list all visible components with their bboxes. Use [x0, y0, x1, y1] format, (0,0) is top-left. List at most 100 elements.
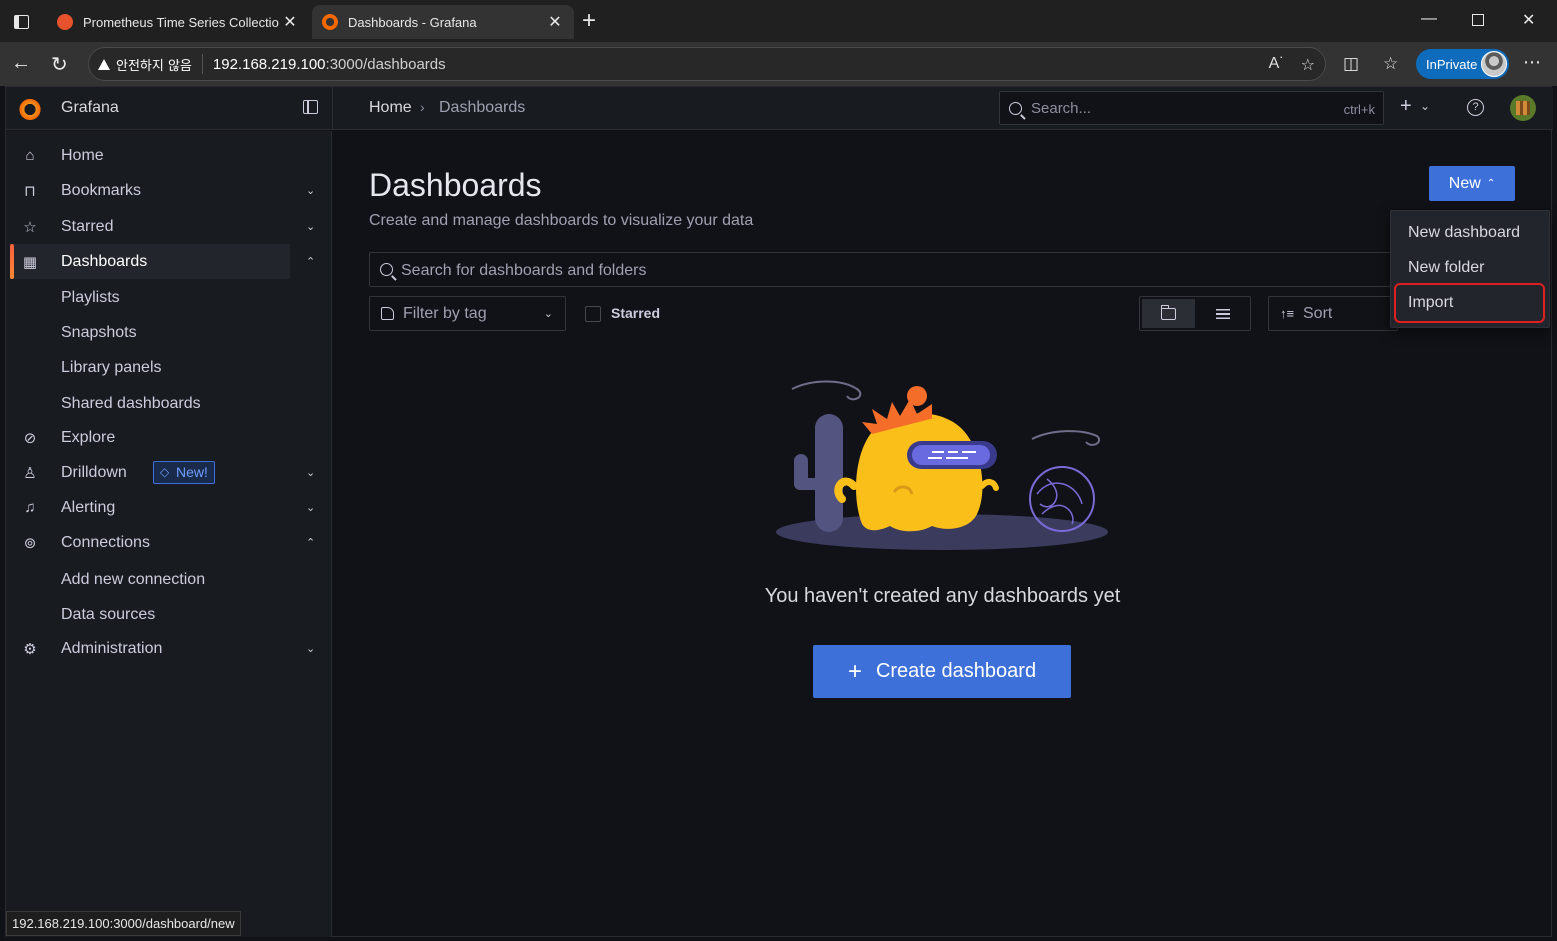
search-placeholder: Search for dashboards and folders [401, 262, 647, 279]
starred-label[interactable]: Starred [611, 305, 660, 321]
new-badge: New! [153, 461, 215, 484]
sidebar-item-alerting[interactable]: ♫ Alerting ⌄ [10, 490, 315, 525]
list-view-button[interactable] [1196, 299, 1249, 328]
search-icon [1009, 102, 1022, 115]
mascot-visor-glass [912, 445, 990, 465]
sidebar-subitem-library-panels[interactable]: Library panels [61, 359, 162, 377]
cog-icon: ⚙ [23, 640, 37, 658]
sidebar-item-connections[interactable]: ⊚ Connections ⌃ [10, 525, 316, 560]
sidebar-subitem-playlists[interactable]: Playlists [61, 289, 120, 307]
tab-title: Prometheus Time Series Collectio [83, 14, 279, 30]
menu-item-new-folder[interactable]: New folder [1408, 259, 1484, 277]
more-menu-icon[interactable]: ⋯ [1523, 52, 1541, 73]
bookmark-icon: ⊓ [24, 182, 36, 200]
favorite-star-icon[interactable]: ☆ [1301, 55, 1315, 75]
search-placeholder: Search... [1031, 100, 1092, 117]
tumbleweed-lines [1036, 478, 1083, 525]
security-warning[interactable]: 안전하지 않음 [98, 55, 192, 74]
mascot-hand [979, 478, 999, 491]
breadcrumb-home[interactable]: Home [369, 99, 412, 117]
sidebar-item-label: Starred [61, 217, 114, 235]
star-icon: ☆ [23, 218, 37, 236]
nav-divider [332, 87, 333, 130]
sidebar-item-label: Home [61, 146, 104, 164]
close-tab-icon[interactable]: ✕ [546, 12, 564, 32]
tag-icon [381, 307, 394, 320]
read-aloud-icon[interactable]: A˙ [1269, 55, 1285, 75]
create-dashboard-button[interactable]: + Create dashboard [813, 645, 1071, 698]
url-actions: A˙ ☆ [1269, 55, 1315, 75]
sidebar-item-label: Explore [61, 428, 116, 446]
grafana-logo-icon[interactable] [18, 97, 42, 121]
tag-filter-select[interactable]: Filter by tag ⌄ [369, 296, 566, 331]
chevron-down-icon[interactable]: ⌄ [1420, 99, 1430, 113]
maximize-icon[interactable] [1472, 14, 1484, 26]
sidebar-item-starred[interactable]: ☆ Starred ⌄ [10, 209, 315, 244]
sidebar-item-home[interactable]: ⌂ Home [10, 138, 290, 173]
list-icon [1215, 308, 1230, 319]
page-subtitle: Create and manage dashboards to visualiz… [369, 212, 754, 229]
wind-swirl-right [1031, 430, 1101, 446]
chevron-down-icon[interactable]: ⌄ [306, 184, 315, 197]
inprivate-button[interactable]: InPrivate [1416, 49, 1509, 79]
minimize-icon[interactable]: — [1421, 10, 1437, 28]
drilldown-icon: ♙ [23, 464, 37, 482]
back-icon[interactable]: ← [11, 52, 31, 75]
sidebar-item-label: Administration [61, 639, 163, 657]
search-icon [380, 263, 393, 276]
window-close-icon[interactable]: ✕ [1522, 10, 1535, 30]
chevron-up-icon[interactable]: ⌃ [306, 255, 315, 268]
browser-tab-bar: Prometheus Time Series Collectio ✕ Dashb… [0, 0, 1557, 42]
plus-icon: + [847, 657, 862, 685]
chevron-up-icon[interactable]: ⌃ [306, 536, 315, 549]
cactus-arm-join [794, 478, 824, 490]
tab-actions-icon[interactable] [8, 9, 34, 35]
sort-select[interactable]: ↑≡ Sort [1268, 296, 1398, 331]
user-avatar[interactable] [1510, 95, 1536, 121]
help-icon[interactable]: ? [1467, 99, 1484, 116]
chevron-down-icon[interactable]: ⌄ [306, 466, 315, 479]
menu-item-new-dashboard[interactable]: New dashboard [1408, 224, 1520, 242]
chevron-down-icon[interactable]: ⌄ [306, 501, 315, 514]
tab-title: Dashboards - Grafana [348, 14, 477, 30]
sidebar-item-explore[interactable]: ⊘ Explore [10, 420, 290, 455]
chevron-down-icon[interactable]: ⌄ [306, 220, 315, 233]
warning-icon [98, 58, 110, 70]
grafana-app: Grafana Home › Dashboards Search... ctrl… [5, 86, 1553, 937]
folder-icon [1160, 304, 1176, 320]
browser-tab-prometheus[interactable]: Prometheus Time Series Collectio ✕ [47, 5, 309, 39]
starred-checkbox[interactable] [585, 306, 601, 322]
empty-state-illustration [776, 380, 1108, 550]
chevron-down-icon[interactable]: ⌄ [306, 642, 315, 655]
browser-tab-grafana[interactable]: Dashboards - Grafana ✕ [312, 5, 574, 39]
close-tab-icon[interactable]: ✕ [281, 12, 299, 32]
url-text: 192.168.219.100:3000/dashboards [213, 56, 446, 73]
new-button[interactable]: New ⌃ [1429, 166, 1515, 201]
sidebar-item-administration[interactable]: ⚙ Administration ⌄ [10, 631, 315, 666]
sort-placeholder: Sort [1303, 305, 1333, 322]
favorites-icon[interactable]: ☆ [1383, 54, 1398, 74]
url-field[interactable]: 안전하지 않음 192.168.219.100:3000/dashboards … [88, 47, 1326, 81]
sidebar-item-dashboards[interactable]: ▦ Dashboards ⌃ [10, 244, 315, 279]
sidebar-item-drilldown[interactable]: ♙ Drilldown New! ⌄ [10, 455, 315, 490]
tag-filter-placeholder: Filter by tag [403, 305, 487, 322]
sidebar-item-bookmarks[interactable]: ⊓ Bookmarks ⌄ [10, 173, 315, 208]
global-search-input[interactable]: Search... ctrl+k [999, 91, 1384, 125]
sidebar-item-label: Bookmarks [61, 181, 142, 199]
url-path: :3000/dashboards [325, 55, 446, 73]
dock-menu-icon[interactable] [303, 100, 318, 114]
breadcrumb-current: Dashboards [439, 99, 526, 116]
add-new-button[interactable]: + [1400, 95, 1412, 118]
url-divider [201, 54, 203, 74]
url-host: 192.168.219.100 [212, 55, 326, 73]
wind-swirl-left [791, 380, 862, 401]
cactus [815, 414, 843, 532]
sidebar-subitem-shared-dashboards[interactable]: Shared dashboards [61, 395, 201, 413]
dashboard-search-input[interactable]: Search for dashboards and folders [369, 252, 1409, 287]
split-screen-icon[interactable]: ◫ [1343, 54, 1359, 74]
refresh-icon[interactable]: ↻ [51, 52, 68, 77]
sidebar-subitem-data-sources[interactable]: Data sources [61, 606, 155, 624]
sidebar-subitem-snapshots[interactable]: Snapshots [61, 324, 137, 342]
folder-view-button[interactable] [1142, 299, 1195, 328]
new-tab-icon[interactable]: + [582, 9, 596, 33]
